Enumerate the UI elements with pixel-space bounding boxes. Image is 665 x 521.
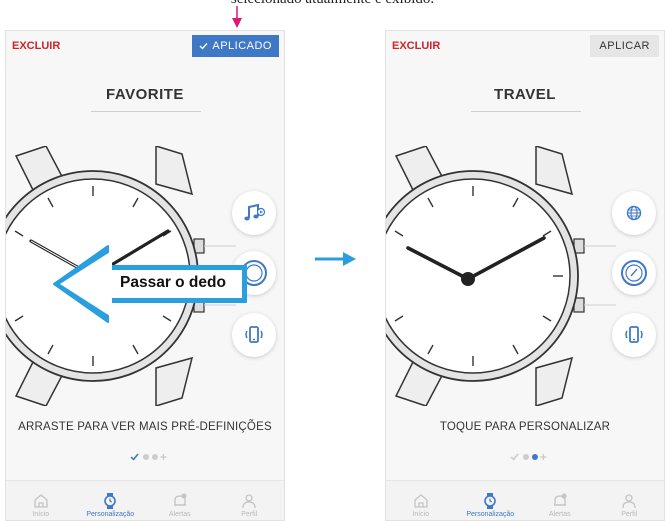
page-dot-check	[130, 453, 139, 461]
watch-icon	[104, 493, 117, 509]
tab-label: Início	[412, 511, 430, 518]
tab-label: Perfil	[241, 511, 258, 518]
page-dot	[151, 454, 158, 460]
swipe-label: Passar o dedo	[120, 274, 226, 291]
globe-icon	[626, 205, 642, 221]
title-divider	[471, 111, 581, 112]
tab-bar: Início Personalização Alertas Perfil	[386, 480, 664, 520]
applied-label: APLICADO	[212, 40, 272, 52]
tab-alerts[interactable]: Alertas	[145, 481, 215, 520]
bell-icon	[173, 493, 187, 506]
page-dot-add	[160, 454, 167, 460]
tab-label: Início	[32, 511, 50, 518]
home-icon	[34, 494, 48, 508]
user-icon	[242, 494, 256, 509]
page-dot-check	[510, 453, 519, 461]
swipe-gesture-arrow: Passar o dedo	[48, 240, 253, 333]
preset-title: TRAVEL	[494, 86, 556, 103]
tab-personalization[interactable]: Personalização	[456, 481, 526, 520]
tab-personalization[interactable]: Personalização	[76, 481, 146, 520]
tab-profile[interactable]: Perfil	[215, 481, 285, 520]
top-bar: EXCLUIR APLICADO	[6, 31, 284, 63]
next-step-arrow-icon	[315, 252, 356, 266]
complication-bottom-button[interactable]	[612, 313, 656, 357]
check-icon	[199, 43, 208, 50]
user-icon	[622, 494, 636, 509]
tab-label: Personalização	[86, 511, 135, 518]
phone-screen-travel: EXCLUIR APLICAR TRAVEL TOQUE PARA PERSON…	[385, 30, 665, 521]
tab-home[interactable]: Início	[6, 481, 76, 520]
tab-profile[interactable]: Perfil	[595, 481, 665, 520]
page-dot	[523, 454, 529, 460]
complication-top-button[interactable]	[232, 191, 276, 235]
tab-home[interactable]: Início	[386, 481, 456, 520]
preset-title: FAVORITE	[106, 86, 184, 103]
watch-icon	[484, 493, 497, 509]
tab-label: Alertas	[548, 511, 571, 518]
tab-alerts[interactable]: Alertas	[525, 481, 595, 520]
pointer-arrow-icon	[232, 6, 242, 28]
delete-button[interactable]: EXCLUIR	[392, 40, 440, 52]
page-dot	[143, 454, 149, 460]
tab-label: Personalização	[466, 511, 515, 518]
customize-hint: TOQUE PARA PERSONALIZAR	[439, 421, 611, 433]
dial-icon	[621, 260, 647, 286]
title-divider	[91, 111, 201, 112]
page-dot-active	[531, 454, 538, 460]
page-indicator[interactable]	[386, 451, 664, 463]
page-indicator[interactable]	[6, 451, 284, 463]
tab-label: Alertas	[168, 511, 191, 518]
top-bar: EXCLUIR APLICAR	[386, 31, 664, 63]
swipe-hint: ARRASTE PARA VER MAIS PRÉ-DEFINIÇÕES	[18, 421, 272, 433]
tab-bar: Início Personalização Alertas Perfil	[6, 480, 284, 520]
phone-vibrate-icon	[625, 326, 643, 343]
applied-button[interactable]: APLICADO	[192, 35, 279, 57]
complication-top-button[interactable]	[612, 191, 656, 235]
delete-button[interactable]: EXCLUIR	[12, 40, 60, 52]
tab-label: Perfil	[621, 511, 638, 518]
home-icon	[414, 494, 428, 508]
apply-button[interactable]: APLICAR	[590, 35, 659, 57]
music-note-icon	[244, 203, 266, 221]
page-dot-add	[540, 454, 547, 460]
instruction-caption: selecionado atualmente é exibido.	[0, 0, 665, 8]
complication-middle-button[interactable]	[612, 251, 656, 295]
bell-icon	[553, 493, 567, 506]
